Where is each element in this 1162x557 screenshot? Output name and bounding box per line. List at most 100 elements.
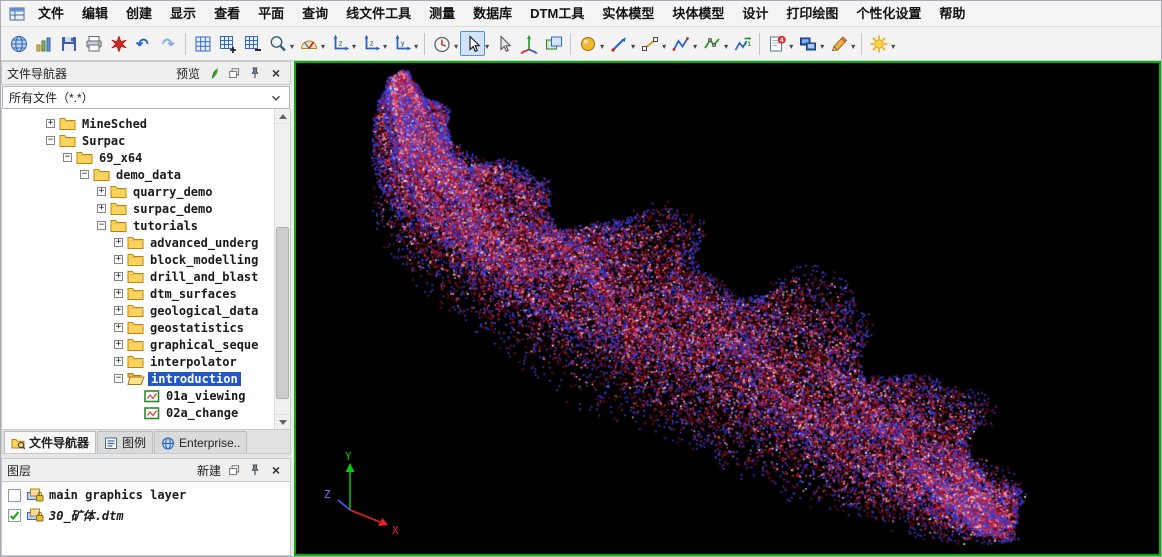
orientation-axes-icon[interactable] — [516, 31, 541, 56]
new-layer-button[interactable]: 新建 — [197, 462, 221, 479]
axis-yz-icon-caret[interactable]: ▾ — [383, 42, 387, 51]
float-panel-icon[interactable] — [225, 64, 243, 82]
pin-panel-icon[interactable] — [246, 64, 264, 82]
menu-item-13[interactable]: 设计 — [733, 1, 777, 27]
tree-item-introduction[interactable]: −introduction — [2, 370, 290, 387]
expand-icon[interactable]: + — [97, 187, 106, 196]
axis-yz-icon[interactable]: z — [358, 31, 383, 56]
select-tool-icon-caret[interactable]: ▾ — [485, 42, 489, 51]
menu-item-11[interactable]: 实体模型 — [593, 1, 663, 27]
expand-icon[interactable]: + — [114, 323, 123, 332]
expand-icon[interactable]: + — [114, 340, 123, 349]
layer-row-0[interactable]: main graphics layer — [2, 485, 290, 505]
open-graphics-icon[interactable] — [6, 31, 31, 56]
notes-icon-caret[interactable]: ▾ — [789, 42, 793, 51]
menu-item-16[interactable]: 帮助 — [930, 1, 974, 27]
menu-item-0[interactable]: 文件 — [29, 1, 73, 27]
pick-tool-icon[interactable] — [491, 31, 516, 56]
tree-item-drill_and_blast[interactable]: +drill_and_blast — [2, 268, 290, 285]
expand-icon[interactable]: + — [114, 289, 123, 298]
protractor-icon[interactable] — [296, 31, 321, 56]
layer-visibility-checkbox[interactable] — [8, 489, 21, 502]
file-filter-combo[interactable]: 所有文件（*.*） — [2, 86, 290, 109]
menu-item-7[interactable]: 线文件工具 — [337, 1, 420, 27]
segment-tool-icon[interactable] — [637, 31, 662, 56]
collapse-icon[interactable]: − — [80, 170, 89, 179]
layer-visibility-checkbox[interactable] — [8, 509, 21, 522]
menu-item-15[interactable]: 个性化设置 — [847, 1, 930, 27]
rotate-view-icon[interactable] — [429, 31, 454, 56]
tree-scrollbar[interactable] — [274, 109, 290, 429]
menu-item-4[interactable]: 查看 — [205, 1, 249, 27]
protractor-icon-caret[interactable]: ▾ — [321, 42, 325, 51]
zoom-in-grid-icon[interactable] — [215, 31, 240, 56]
zoom-tool-icon[interactable] — [265, 31, 290, 56]
tree-item-geological_data[interactable]: +geological_data — [2, 302, 290, 319]
menu-item-8[interactable]: 测量 — [420, 1, 464, 27]
notes-icon[interactable]: 4 — [764, 31, 789, 56]
axis-xy-icon[interactable]: y — [389, 31, 414, 56]
point-sphere-icon-caret[interactable]: ▾ — [600, 42, 604, 51]
scrollbar-thumb[interactable] — [276, 227, 289, 399]
point-sphere-icon[interactable] — [575, 31, 600, 56]
viewport[interactable]: Y Z X — [294, 61, 1161, 556]
window-layout-icon-caret[interactable]: ▾ — [820, 42, 824, 51]
layer-lock-icon[interactable] — [26, 487, 44, 503]
digitise-line-icon-caret[interactable]: ▾ — [631, 42, 635, 51]
print-icon[interactable] — [81, 31, 106, 56]
redo-icon[interactable]: ↷ — [156, 31, 181, 56]
tree-item-advanced_underg[interactable]: +advanced_underg — [2, 234, 290, 251]
preview-button[interactable]: 预览 — [176, 65, 200, 82]
window-layout-icon[interactable] — [795, 31, 820, 56]
tree-item-01a_viewing[interactable]: 01a_viewing — [2, 387, 290, 404]
collapse-icon[interactable]: − — [97, 221, 106, 230]
tree-item-dtm_surfaces[interactable]: +dtm_surfaces — [2, 285, 290, 302]
axis-xz-icon[interactable]: z — [327, 31, 352, 56]
draw-pencil-icon-caret[interactable]: ▾ — [851, 42, 855, 51]
tree-item-Surpac[interactable]: −Surpac — [2, 132, 290, 149]
menu-item-1[interactable]: 编辑 — [73, 1, 117, 27]
close-panel-icon[interactable]: × — [267, 64, 285, 82]
menu-item-9[interactable]: 数据库 — [464, 1, 521, 27]
terrain-canvas[interactable] — [296, 63, 1159, 554]
expand-icon[interactable]: + — [46, 119, 55, 128]
draw-pencil-icon[interactable] — [826, 31, 851, 56]
axis-xz-icon-caret[interactable]: ▾ — [352, 42, 356, 51]
append-point-icon[interactable]: +1 — [730, 31, 755, 56]
expand-icon[interactable]: + — [114, 255, 123, 264]
digitise-line-icon[interactable] — [606, 31, 631, 56]
plane-layers-icon[interactable] — [541, 31, 566, 56]
panel-tab-2[interactable]: Enterprise.. — [154, 431, 247, 453]
close-layers-icon[interactable]: × — [267, 461, 285, 479]
tree-item-surpac_demo[interactable]: +surpac_demo — [2, 200, 290, 217]
tree-item-tutorials[interactable]: −tutorials — [2, 217, 290, 234]
display-settings-icon-caret[interactable]: ▾ — [891, 42, 895, 51]
panel-tab-0[interactable]: 文件导航器 — [4, 431, 96, 453]
tree-item-graphical_seque[interactable]: +graphical_seque — [2, 336, 290, 353]
expand-icon[interactable]: + — [114, 238, 123, 247]
collapse-icon[interactable]: − — [114, 374, 123, 383]
tree-item-block_modelling[interactable]: +block_modelling — [2, 251, 290, 268]
grid-icon[interactable] — [190, 31, 215, 56]
tree-item-69_x64[interactable]: −69_x64 — [2, 149, 290, 166]
menu-item-3[interactable]: 显示 — [161, 1, 205, 27]
display-settings-icon[interactable] — [866, 31, 891, 56]
scroll-down-icon[interactable] — [275, 414, 290, 429]
expand-icon[interactable]: + — [114, 306, 123, 315]
zoom-out-grid-icon[interactable] — [240, 31, 265, 56]
zoom-tool-icon-caret[interactable]: ▾ — [290, 42, 294, 51]
tree-item-quarry_demo[interactable]: +quarry_demo — [2, 183, 290, 200]
menu-item-2[interactable]: 创建 — [117, 1, 161, 27]
tree-item-geostatistics[interactable]: +geostatistics — [2, 319, 290, 336]
menu-item-5[interactable]: 平面 — [249, 1, 293, 27]
collapse-icon[interactable]: − — [46, 136, 55, 145]
rotate-view-icon-caret[interactable]: ▾ — [454, 42, 458, 51]
menu-item-12[interactable]: 块体模型 — [663, 1, 733, 27]
undo-icon[interactable]: ↶ — [131, 31, 156, 56]
layer-lock-icon[interactable] — [26, 507, 44, 523]
tree-item-02a_change[interactable]: 02a_change — [2, 404, 290, 421]
reset-graphics-icon[interactable] — [106, 31, 131, 56]
expand-icon[interactable]: + — [97, 204, 106, 213]
tree-item-demo_data[interactable]: −demo_data — [2, 166, 290, 183]
tree-item-interpolator[interactable]: +interpolator — [2, 353, 290, 370]
